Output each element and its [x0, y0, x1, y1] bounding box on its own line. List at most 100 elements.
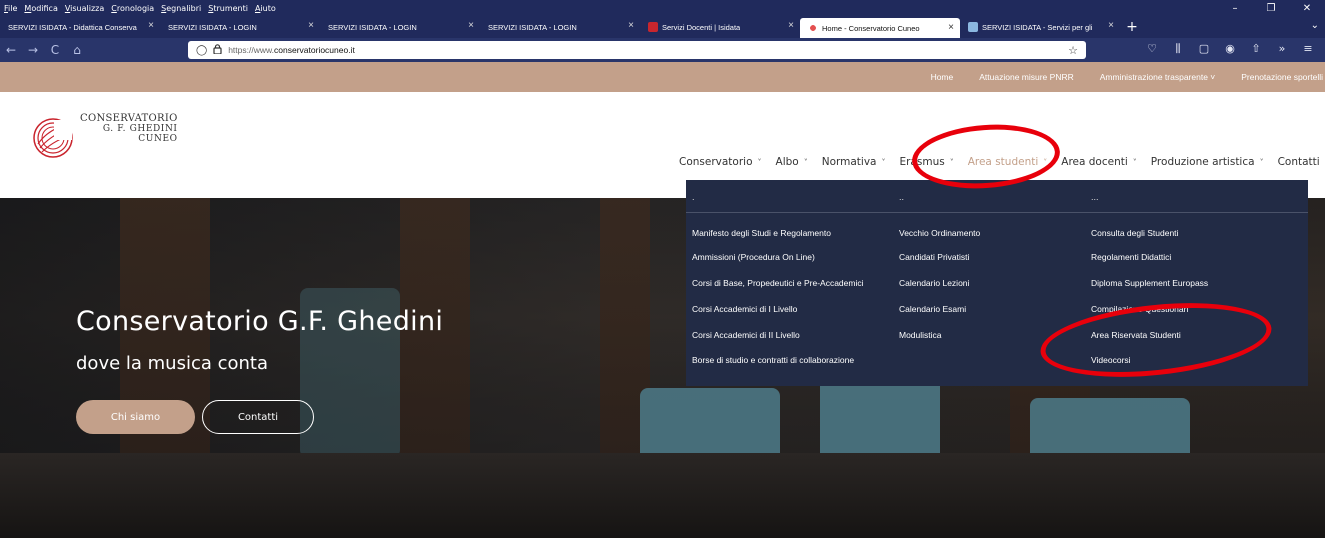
nav-item-conservatorio[interactable]: Conservatorio ˅ — [679, 156, 762, 168]
nav-item-erasmus[interactable]: Erasmus ˅ — [899, 156, 953, 168]
nav-item-normativa[interactable]: Normativa ˅ — [822, 156, 886, 168]
close-tab-icon[interactable]: × — [948, 22, 954, 33]
nav-item-area-studenti[interactable]: Area studenti ˅ — [968, 156, 1048, 168]
dropdown-link[interactable]: Diploma Supplement Europass — [1091, 278, 1208, 288]
menu-file[interactable]: File — [4, 4, 17, 13]
bookmark-star-icon[interactable]: ☆ — [1068, 44, 1078, 57]
close-tab-icon[interactable]: × — [148, 20, 154, 31]
url-bar[interactable]: ◯ https://www. conservatoriocuneo.it ☆ — [188, 41, 1086, 59]
menu-modifica[interactable]: Modifica — [24, 4, 57, 13]
url-domain: conservatoriocuneo.it — [274, 45, 355, 55]
nav-item-albo[interactable]: Albo ˅ — [776, 156, 808, 168]
library-icon[interactable]: ⫼ — [1165, 42, 1191, 56]
menu-cronologia[interactable]: Cronologia — [111, 4, 154, 13]
browser-tab[interactable]: Servizi Docenti | Isidata × — [640, 16, 800, 38]
share-icon[interactable]: ⇧ — [1243, 42, 1269, 56]
browser-tab[interactable]: SERVIZI ISIDATA - LOGIN × — [320, 16, 480, 38]
chevron-down-icon: ˅ — [1132, 157, 1137, 167]
logo-line-3: CUNEO — [138, 134, 178, 144]
back-icon[interactable]: ← — [0, 43, 22, 57]
close-tab-icon[interactable]: × — [468, 20, 474, 31]
topbar-link-prenotazione[interactable]: Prenotazione sportelli — [1241, 72, 1323, 82]
close-tab-icon[interactable]: × — [628, 20, 634, 31]
browser-tab[interactable]: SERVIZI ISIDATA - Servizi per gli × — [960, 16, 1120, 38]
browser-tab[interactable]: SERVIZI ISIDATA - LOGIN × — [160, 16, 320, 38]
dropdown-link[interactable]: Corsi Accademici di II Livello — [692, 330, 800, 340]
dropdown-link[interactable]: Manifesto degli Studi e Regolamento — [692, 228, 831, 238]
menu-segnalibri[interactable]: Segnalibri — [161, 4, 201, 13]
contatti-button[interactable]: Contatti — [202, 400, 314, 434]
dropdown-link[interactable]: Consulta degli Studenti — [1091, 228, 1178, 238]
close-icon[interactable]: ✕ — [1289, 3, 1325, 14]
topbar-link-pnrr[interactable]: Attuazione misure PNRR — [979, 72, 1073, 82]
site-topbar: Home Attuazione misure PNRR Amministrazi… — [0, 62, 1325, 92]
tab-label: SERVIZI ISIDATA - LOGIN — [168, 22, 257, 32]
browser-tab-active[interactable]: Home - Conservatorio Cuneo × — [800, 18, 960, 38]
close-tab-icon[interactable]: × — [1108, 20, 1114, 31]
menu-strumenti[interactable]: Strumenti — [208, 4, 248, 13]
chevron-down-icon: ˅ — [949, 157, 954, 167]
area-studenti-dropdown: . .. ... Manifesto degli Studi e Regolam… — [686, 180, 1308, 386]
menu-visualizza[interactable]: Visualizza — [65, 4, 104, 13]
browser-navbar: ← → C ⌂ ◯ https://www. conservatoriocuneo… — [0, 38, 1325, 62]
nav-label: Contatti — [1277, 155, 1320, 168]
pocket-icon[interactable]: ♡ — [1139, 42, 1165, 56]
logo-line-1: CONSERVATORIO — [80, 113, 178, 124]
dropdown-link[interactable]: Vecchio Ordinamento — [899, 228, 980, 238]
dropdown-link[interactable]: Modulistica — [899, 330, 942, 340]
nav-item-contatti[interactable]: Contatti — [1278, 156, 1320, 168]
tab-label: Home - Conservatorio Cuneo — [822, 23, 920, 33]
dropdown-link[interactable]: Videocorsi — [1091, 355, 1131, 365]
dropdown-link[interactable]: Borse di studio e contratti di collabora… — [692, 355, 854, 365]
browser-tab[interactable]: SERVIZI ISIDATA - LOGIN × — [480, 16, 640, 38]
sidebar-icon[interactable]: ▢ — [1191, 42, 1217, 56]
nav-label: Normativa — [821, 155, 877, 168]
tab-label: SERVIZI ISIDATA - Didattica Conserva — [8, 22, 137, 32]
hero-title: Conservatorio G.F. Ghedini — [76, 306, 444, 337]
minimize-icon[interactable]: – — [1217, 3, 1253, 14]
nav-item-produzione-artistica[interactable]: Produzione artistica ˅ — [1151, 156, 1264, 168]
browser-tab[interactable]: SERVIZI ISIDATA - Didattica Conserva × — [0, 16, 160, 38]
tab-list-icon[interactable]: ⌄ — [1311, 20, 1319, 31]
tab-strip: SERVIZI ISIDATA - Didattica Conserva × S… — [0, 16, 1325, 38]
dropdown-link[interactable]: Corsi di Base, Propedeutici e Pre-Accade… — [692, 278, 864, 288]
overflow-icon[interactable]: » — [1269, 42, 1295, 56]
forward-icon[interactable]: → — [22, 43, 44, 57]
main-nav: Conservatorio ˅ Albo ˅ Normativa ˅ Erasmus ˅… — [679, 154, 1325, 169]
hamburger-menu-icon[interactable]: ≡ — [1295, 42, 1321, 56]
dropdown-link[interactable]: Calendario Lezioni — [899, 278, 969, 288]
dropdown-link[interactable]: Corsi Accademici di I Livello — [692, 304, 797, 314]
shield-icon[interactable]: ◯ — [196, 45, 207, 56]
close-tab-icon[interactable]: × — [788, 20, 794, 31]
home-icon[interactable]: ⌂ — [66, 43, 88, 57]
menu-aiuto[interactable]: Aiuto — [255, 4, 276, 13]
close-tab-icon[interactable]: × — [308, 20, 314, 31]
logo-line-2: G. F. GHEDINI — [102, 124, 178, 134]
maximize-icon[interactable]: ❐ — [1253, 3, 1289, 14]
dropdown-divider — [686, 212, 1308, 213]
tab-label: Servizi Docenti | Isidata — [662, 22, 741, 32]
dropdown-column-header: ... — [1091, 192, 1099, 202]
dropdown-link[interactable]: Regolamenti Didattici — [1091, 252, 1171, 262]
topbar-link-trasparenza[interactable]: Amministrazione trasparente ˅ — [1100, 72, 1216, 82]
lock-icon[interactable] — [213, 43, 222, 57]
site-logo[interactable]: CONSERVATORIO G. F. GHEDINI CUNEO — [32, 114, 178, 160]
nav-label: Albo — [775, 155, 799, 168]
account-icon[interactable]: ◉ — [1217, 42, 1243, 56]
reload-icon[interactable]: C — [44, 43, 66, 57]
chevron-down-icon: ˅ — [1259, 157, 1264, 167]
nav-label: Erasmus — [899, 155, 945, 168]
dropdown-link[interactable]: Candidati Privatisti — [899, 252, 969, 262]
dropdown-link-area-riservata[interactable]: Area Riservata Studenti — [1091, 330, 1181, 340]
isidata-icon — [968, 22, 978, 32]
dropdown-link[interactable]: Compilazione Questionari — [1091, 304, 1188, 314]
nav-label: Produzione artistica — [1150, 155, 1255, 168]
nav-item-area-docenti[interactable]: Area docenti ˅ — [1061, 156, 1137, 168]
topbar-link-home[interactable]: Home — [931, 72, 954, 82]
new-tab-button[interactable]: + — [1120, 16, 1144, 38]
chi-siamo-button[interactable]: Chi siamo — [76, 400, 195, 434]
tab-label: SERVIZI ISIDATA - Servizi per gli — [982, 22, 1093, 32]
dropdown-link[interactable]: Ammissioni (Procedura On Line) — [692, 252, 815, 262]
dropdown-link[interactable]: Calendario Esami — [899, 304, 966, 314]
chevron-down-icon: ˅ — [881, 157, 886, 167]
